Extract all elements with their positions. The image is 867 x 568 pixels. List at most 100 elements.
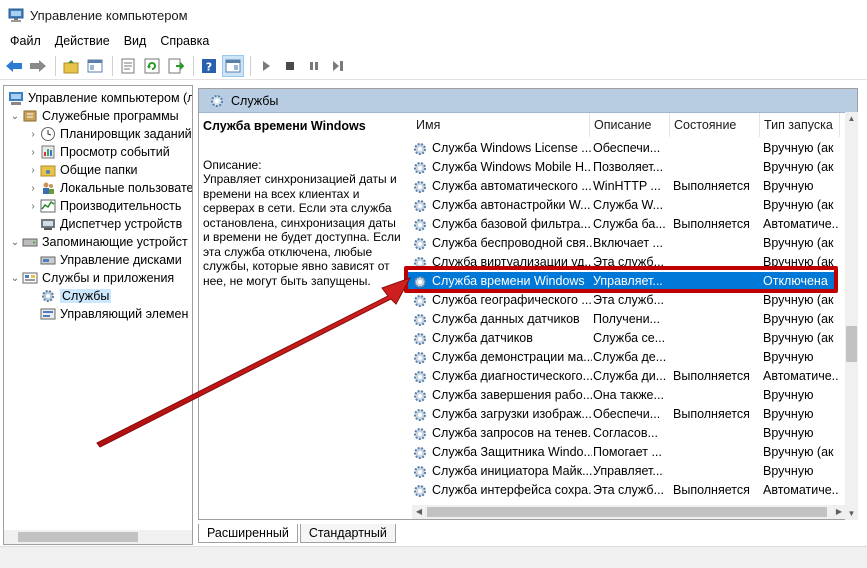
gear-icon bbox=[414, 199, 426, 212]
tree-item-shared-folders[interactable]: › Общие папки bbox=[26, 161, 137, 179]
folder-up-icon bbox=[63, 59, 79, 73]
scroll-left-icon[interactable]: ◀ bbox=[412, 505, 426, 519]
column-header-startup[interactable]: Тип запуска bbox=[760, 113, 840, 137]
tree-item-storage[interactable]: ⌄ Запоминающие устройст bbox=[8, 233, 188, 251]
table-row[interactable]: Служба датчиков Служба се... Вручную (ак bbox=[406, 329, 838, 348]
tree-item-system-tools[interactable]: ⌄ Служебные программы bbox=[8, 107, 179, 125]
table-row[interactable]: Служба интерфейса сохра... Эта служб... Вы… bbox=[406, 481, 838, 500]
column-header-name[interactable]: Имя bbox=[406, 113, 590, 137]
table-row[interactable]: Служба диагностического... Служба ди... Вы… bbox=[406, 367, 838, 386]
tree-item-event-viewer[interactable]: › Просмотр событий bbox=[26, 143, 169, 161]
table-row[interactable]: Служба Windows Mobile H... Позволяет... Вр… bbox=[406, 158, 838, 177]
chevron-down-icon[interactable]: ⌄ bbox=[8, 237, 22, 248]
table-row[interactable]: Служба географического ... Эта служб... Вр… bbox=[406, 291, 838, 310]
table-row[interactable]: Служба автонастройки W... Служба W... Вруч… bbox=[406, 196, 838, 215]
service-name: Служба данных датчиков bbox=[432, 312, 580, 326]
tree-item-wmi[interactable]: Управляющий элемен bbox=[40, 305, 188, 323]
tree-item-performance[interactable]: › Производительность bbox=[26, 197, 181, 215]
scroll-down-icon[interactable]: ▼ bbox=[845, 507, 858, 520]
start-service-button[interactable] bbox=[255, 55, 277, 77]
stop-service-button[interactable] bbox=[279, 55, 301, 77]
scroll-thumb[interactable] bbox=[846, 326, 857, 362]
table-row[interactable]: Служба базовой фильтра... Служба ба... Вып… bbox=[406, 215, 838, 234]
properties-button[interactable] bbox=[117, 55, 139, 77]
help-button[interactable]: ? bbox=[198, 55, 220, 77]
restart-service-button[interactable] bbox=[327, 55, 349, 77]
show-action-pane-button[interactable] bbox=[222, 54, 244, 77]
gear-icon bbox=[414, 351, 426, 364]
table-row[interactable]: Служба Защитника Windo... Помогает ... Вру… bbox=[406, 443, 838, 462]
service-startup-type: Вручную bbox=[763, 426, 814, 440]
table-row[interactable]: Служба Windows License ... Обеспечи... Вру… bbox=[406, 139, 838, 158]
gear-icon bbox=[42, 290, 54, 302]
column-header-state[interactable]: Состояние bbox=[670, 113, 760, 137]
services-vertical-scrollbar[interactable]: ▲ ▼ bbox=[845, 112, 858, 520]
tree-horizontal-scrollbar[interactable] bbox=[4, 530, 192, 544]
scroll-thumb[interactable] bbox=[427, 507, 827, 517]
menu-file[interactable]: Файл bbox=[4, 32, 47, 50]
service-state bbox=[673, 462, 759, 481]
tree-item-services-apps[interactable]: ⌄ Службы и приложения bbox=[8, 269, 174, 287]
chevron-right-icon[interactable]: › bbox=[26, 129, 40, 140]
stop-icon bbox=[286, 61, 294, 70]
export-list-button[interactable] bbox=[165, 55, 187, 77]
column-header-description[interactable]: Описание bbox=[590, 113, 670, 137]
tab-extended[interactable]: Расширенный bbox=[198, 524, 298, 543]
tree-item-device-manager[interactable]: Диспетчер устройств bbox=[40, 215, 182, 233]
refresh-button[interactable] bbox=[141, 55, 163, 77]
menu-help[interactable]: Справка bbox=[154, 32, 215, 50]
tree-item-services[interactable]: Службы bbox=[40, 287, 112, 305]
service-state bbox=[673, 424, 759, 443]
forward-button[interactable] bbox=[27, 55, 49, 77]
gear-icon bbox=[414, 294, 426, 307]
service-description: Обеспечи... bbox=[593, 407, 661, 421]
pause-icon bbox=[310, 61, 318, 70]
service-name-cell: Служба диагностического... bbox=[412, 367, 592, 386]
refresh-icon bbox=[144, 58, 160, 73]
gear-icon bbox=[414, 408, 426, 421]
menu-action[interactable]: Действие bbox=[49, 32, 116, 50]
tree-item-disk-management[interactable]: Управление дисками bbox=[40, 251, 182, 269]
service-startup-type: Вручную (ак bbox=[763, 160, 834, 174]
table-row[interactable]: Служба инициатора Майк... Управляет... Вру… bbox=[406, 462, 838, 481]
chevron-right-icon[interactable]: › bbox=[26, 201, 40, 212]
performance-icon bbox=[40, 199, 56, 213]
tree-item-root[interactable]: Управление компьютером (л bbox=[6, 89, 192, 107]
service-startup-type: Автоматиче... bbox=[763, 369, 838, 383]
console-tree-icon bbox=[87, 59, 103, 72]
pause-service-button[interactable] bbox=[303, 55, 325, 77]
service-name: Служба демонстрации ма... bbox=[432, 350, 592, 364]
menu-view[interactable]: Вид bbox=[118, 32, 153, 50]
table-row[interactable]: Служба демонстрации ма... Служба де... Вру… bbox=[406, 348, 838, 367]
table-row[interactable]: Служба завершения рабо... Она тaкже... Вру… bbox=[406, 386, 838, 405]
service-startup-type: Вручную (ак bbox=[763, 141, 834, 155]
chevron-right-icon[interactable]: › bbox=[26, 183, 40, 194]
view-tabs: Расширенный Стандартный bbox=[198, 524, 398, 544]
table-row[interactable]: Служба автоматического ... WinHTTP ... Вып… bbox=[406, 177, 838, 196]
table-row[interactable]: Служба данных датчиков Получени... Вручную… bbox=[406, 310, 838, 329]
title-bar: Управление компьютером bbox=[0, 0, 867, 30]
table-row[interactable]: Служба беспроводной свя... Включает ... Вр… bbox=[406, 234, 838, 253]
scroll-right-icon[interactable]: ▶ bbox=[832, 505, 846, 519]
show-hide-tree-button[interactable] bbox=[84, 55, 106, 77]
chevron-right-icon[interactable]: › bbox=[26, 147, 40, 158]
table-row[interactable]: Служба загрузки изображ... Обеспечи... Вып… bbox=[406, 405, 838, 424]
chevron-down-icon[interactable]: ⌄ bbox=[8, 111, 22, 122]
tree-label: Службы bbox=[60, 289, 112, 303]
tab-standard[interactable]: Стандартный bbox=[299, 524, 396, 543]
service-startup-type: Автоматиче... bbox=[763, 483, 838, 497]
service-state: Выполняется bbox=[673, 369, 750, 383]
back-button[interactable] bbox=[3, 55, 25, 77]
services-horizontal-scrollbar[interactable]: ◀ ▶ bbox=[412, 505, 846, 519]
up-level-button[interactable] bbox=[60, 55, 82, 77]
table-row[interactable]: Служба запросов на тенев... Согласов... Вр… bbox=[406, 424, 838, 443]
services-list: Имя Описание Состояние Тип запуска Служб… bbox=[406, 113, 857, 519]
scroll-thumb[interactable] bbox=[18, 532, 138, 542]
scroll-up-icon[interactable]: ▲ bbox=[845, 112, 858, 125]
tree-item-local-users[interactable]: › Локальные пользовате bbox=[26, 179, 192, 197]
chevron-down-icon[interactable]: ⌄ bbox=[8, 273, 22, 284]
tree-item-task-scheduler[interactable]: › Планировщик заданий bbox=[26, 125, 192, 143]
chevron-right-icon[interactable]: › bbox=[26, 165, 40, 176]
service-startup-type: Вручную (ак bbox=[763, 236, 834, 250]
service-description: Служба ба... bbox=[593, 217, 666, 231]
